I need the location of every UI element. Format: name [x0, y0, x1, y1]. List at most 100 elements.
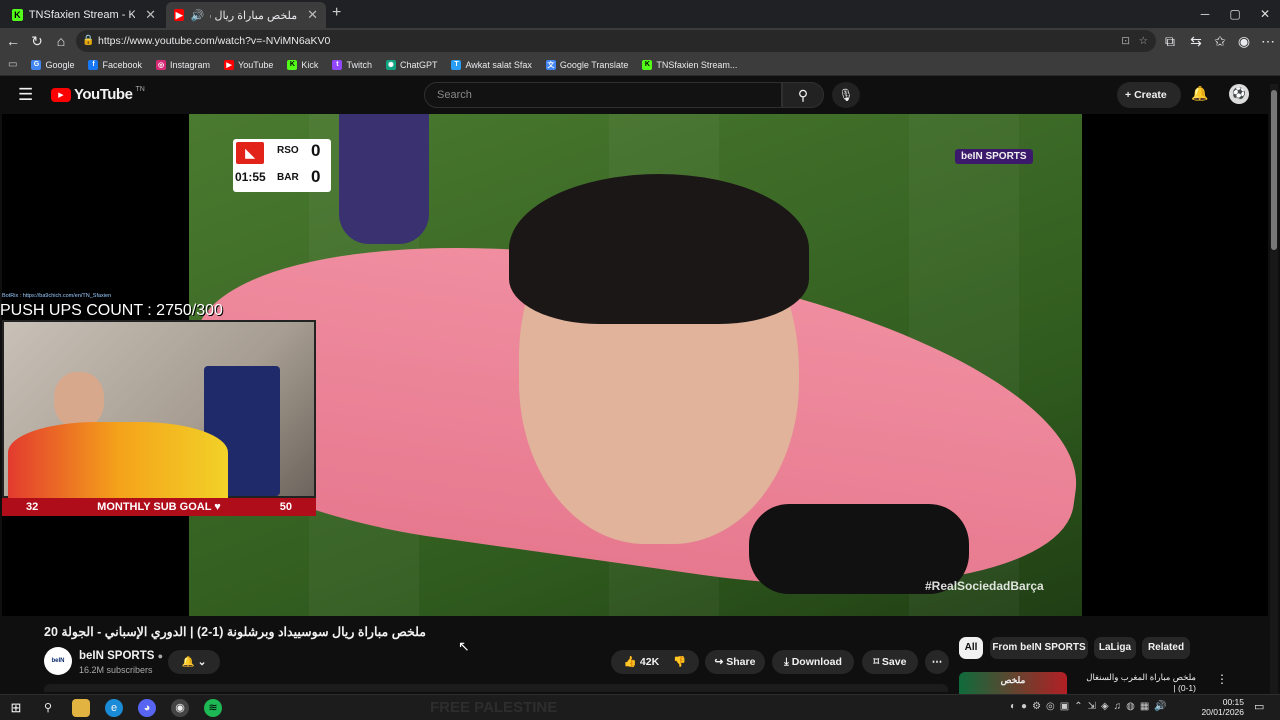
pushups-counter: PUSH UPS COUNT : 2750/300	[0, 302, 223, 319]
tab-kick-dashboard[interactable]: K TNSfaxien Stream - Kick Dashboar ✕	[4, 2, 164, 28]
channel-avatar[interactable]: beIN	[44, 647, 72, 675]
share-label: Share	[726, 656, 756, 668]
favorite-star-icon[interactable]: ☆	[1139, 30, 1148, 52]
team1-name: RSO	[277, 145, 299, 156]
close-window-button[interactable]: ✕	[1250, 4, 1280, 24]
search-icon[interactable]: ⚲	[39, 699, 57, 717]
bookmark-instagram[interactable]: ◎ Instagram	[156, 59, 211, 70]
related-video-thumbnail[interactable]: ملخص	[959, 672, 1067, 694]
reader-icon[interactable]: ⊡	[1121, 30, 1130, 52]
bookmark-label: ChatGPT	[399, 59, 438, 70]
system-tray-icons[interactable]: ◐●⚙◎▣⌃⇲◈♫◍▦🔊	[1010, 701, 1172, 712]
clock-date: 20/01/2026	[1201, 707, 1244, 717]
profile-icon[interactable]: ◉	[1234, 31, 1254, 51]
logo-text: YouTube	[74, 86, 133, 103]
mosque-icon: T	[451, 59, 462, 70]
player-hair	[509, 174, 809, 324]
notifications-bell-icon[interactable]: 🔔	[1191, 85, 1208, 102]
reload-button[interactable]: ↻	[27, 31, 47, 51]
save-button[interactable]: ⌑ Save	[862, 650, 918, 674]
chip-related[interactable]: Related	[1142, 637, 1190, 659]
chip-all[interactable]: All	[959, 637, 983, 659]
discord-icon[interactable]: ◕	[138, 699, 156, 717]
hamburger-menu-icon[interactable]: ☰	[18, 85, 33, 105]
bookmark-youtube[interactable]: ▶ YouTube	[224, 59, 274, 70]
bookmark-facebook[interactable]: f Facebook	[88, 59, 143, 70]
bookmark-kick[interactable]: K Kick	[287, 59, 318, 70]
like-dislike-group: 👍 42K 👎	[611, 650, 699, 674]
team2-score: 0	[311, 167, 321, 186]
kick-icon: K	[12, 9, 23, 21]
minimize-button[interactable]: ─	[1190, 4, 1220, 24]
bookmark-awkat-salat[interactable]: T Awkat salat Sfax	[451, 59, 532, 70]
account-avatar[interactable]: ⚽	[1229, 84, 1249, 104]
chip-from-bein[interactable]: From beIN SPORTS	[990, 637, 1088, 659]
team2-name: BAR	[277, 172, 299, 183]
download-button[interactable]: ⤓ Download	[772, 650, 854, 674]
url-field[interactable]: 🔒 https://www.youtube.com/watch?v=-NViMN…	[76, 30, 1156, 52]
bookmark-chatgpt[interactable]: ✺ ChatGPT	[385, 59, 438, 70]
bookmark-google[interactable]: G Google	[31, 59, 74, 70]
chevron-down-icon: ⌄	[197, 656, 207, 668]
create-button[interactable]: + Create	[1117, 82, 1181, 108]
dislike-button[interactable]: 👎	[673, 650, 686, 674]
windows-start-icon[interactable]: ⊞	[7, 699, 25, 717]
video-title: ملخص مباراة ريال سوسييداد وبرشلونة (1-2)…	[44, 625, 426, 639]
speaker-icon[interactable]: 🔊	[190, 9, 204, 22]
maximize-button[interactable]: ▢	[1220, 4, 1250, 24]
watermark-text: FREE PALESTINE	[430, 699, 558, 716]
file-explorer-icon[interactable]	[72, 699, 90, 717]
sub-goal-current: 32	[26, 501, 39, 513]
split-screen-icon[interactable]: ⇆	[1186, 31, 1206, 51]
player-arm	[339, 114, 429, 244]
subscribe-notification-button[interactable]: 🔔 ⌄	[168, 650, 220, 674]
share-button[interactable]: ↪ Share	[705, 650, 765, 674]
back-button[interactable]: ←	[3, 31, 23, 51]
bookmark-tnsfaxien[interactable]: K TNSfaxien Stream...	[642, 59, 737, 70]
thumbs-down-icon: 👎	[673, 656, 687, 668]
bookmark-google-translate[interactable]: 文 Google Translate	[545, 59, 628, 70]
close-icon[interactable]: ✕	[145, 7, 156, 23]
search-input[interactable]: Search	[424, 82, 782, 108]
bookmark-twitch[interactable]: t Twitch	[332, 59, 372, 70]
plus-icon: +	[1125, 89, 1135, 101]
more-actions-button[interactable]: ⋯	[925, 650, 949, 674]
channel-name[interactable]: beIN SPORTS ●	[79, 650, 163, 662]
youtube-icon: ▶	[224, 59, 235, 70]
description-box[interactable]	[44, 684, 948, 692]
related-video-title[interactable]: ملخص مباراة المغرب والسنغال (1-0) |	[1076, 672, 1196, 694]
sidebar-toggle-icon[interactable]: ▭	[8, 59, 17, 70]
spotify-icon[interactable]: ≋	[204, 699, 222, 717]
bookmark-label: Instagram	[170, 59, 211, 70]
match-time: 01:55	[235, 170, 266, 184]
bookmark-icon: ⌑	[873, 656, 879, 668]
like-button[interactable]: 👍 42K	[624, 650, 659, 674]
search-button[interactable]: ⚲	[782, 82, 824, 108]
tab-youtube-video[interactable]: ▶ 🔊 ملخص مباراة ريال سوسييداد و ✕	[166, 2, 326, 28]
favorites-icon[interactable]: ✩	[1210, 31, 1230, 51]
close-icon[interactable]: ✕	[307, 7, 318, 23]
verified-icon: ●	[157, 651, 164, 661]
scrollbar-thumb[interactable]	[1271, 90, 1277, 250]
voice-search-button[interactable]: 🎙	[832, 82, 860, 108]
new-tab-button[interactable]: +	[332, 4, 341, 22]
menu-dots-icon[interactable]: ⋯	[1258, 31, 1278, 51]
notifications-icon[interactable]: ▭	[1254, 700, 1264, 713]
related-more-icon[interactable]: ⋮	[1216, 672, 1228, 686]
edge-browser-icon[interactable]: e	[105, 699, 123, 717]
obs-icon[interactable]: ◉	[171, 699, 189, 717]
youtube-logo[interactable]: ▶ YouTube TN	[51, 86, 145, 103]
chip-laliga[interactable]: LaLiga	[1094, 637, 1136, 659]
streamer-head	[54, 372, 104, 428]
extensions-icon[interactable]: ⧉	[1160, 31, 1180, 51]
sub-goal-label: MONTHLY SUB GOAL ♥	[97, 501, 221, 513]
clock[interactable]: 00:15 20/01/2026	[1200, 697, 1244, 717]
thumbs-up-icon: 👍	[623, 656, 637, 668]
streamer-hoodie	[8, 422, 228, 498]
tab-label: TNSfaxien Stream - Kick Dashboar	[28, 9, 136, 21]
page-scrollbar[interactable]	[1270, 84, 1278, 694]
video-hashtag: #RealSociedadBarça	[925, 579, 1044, 593]
bookmark-label: Facebook	[102, 59, 143, 70]
bookmark-label: YouTube	[238, 59, 274, 70]
home-button[interactable]: ⌂	[51, 31, 71, 51]
